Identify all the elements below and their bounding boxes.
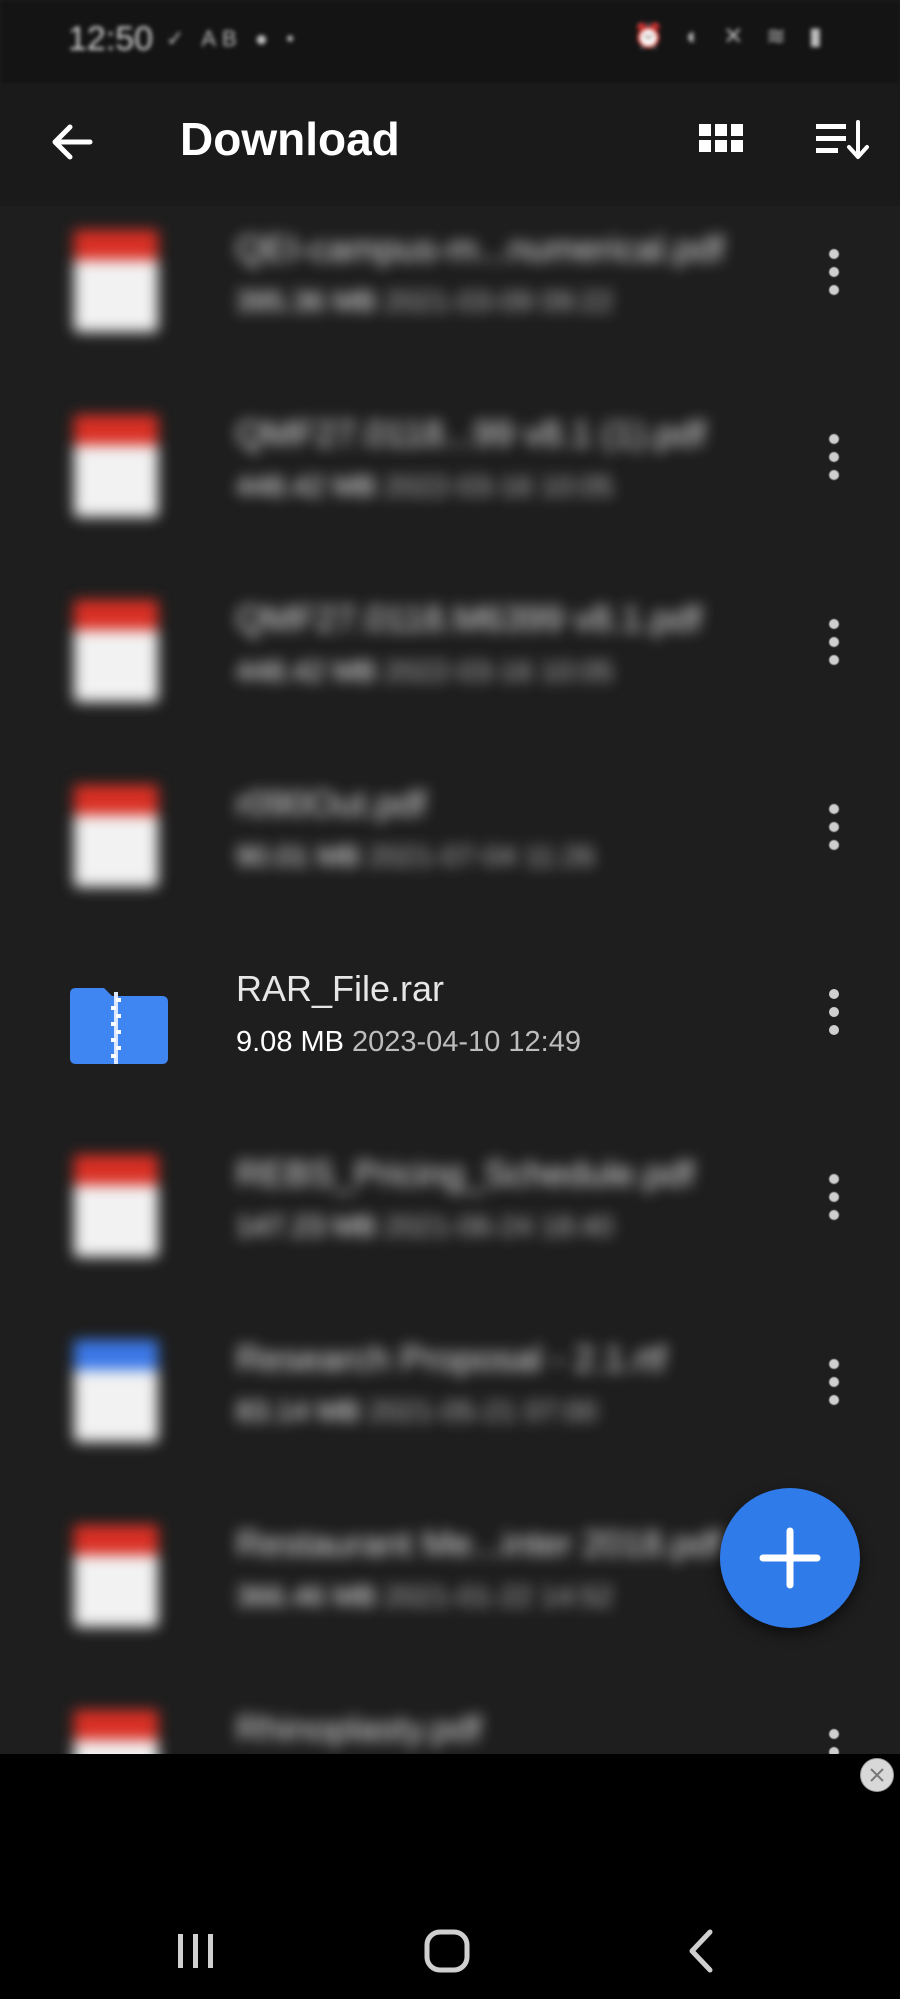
more-options-icon[interactable] [812,1354,856,1414]
list-item[interactable]: Rhinoplasty.pdf [0,1686,900,1754]
file-name: REBS_Pricing_Schedule.pdf [236,1153,695,1194]
file-meta: 83.14 MB 2021-05-21 07:00 [236,1396,597,1429]
file-size: 448.42 MB [236,656,377,688]
file-meta: 147.23 MB 2021-06-24 18:40 [236,1211,613,1244]
navigation-bar [0,1904,900,1999]
more-options-icon[interactable] [812,1169,856,1229]
more-options-icon[interactable] [812,244,856,304]
file-size: 147.23 MB [236,1211,377,1243]
add-fab-button[interactable] [720,1488,860,1628]
file-name: QEI-campus-m...numerical.pdf [236,228,725,269]
list-item[interactable]: QMF27.0118...99 v8.1 (1).pdf 448.42 MB 20… [0,391,900,576]
file-name: r090Out.pdf [236,783,427,824]
status-right-icons: ⏰ ◐ ✕ ≋ ▮ [633,23,830,50]
file-meta: 9.08 MB 2023-04-10 12:49 [236,1026,581,1059]
file-size: 395.36 MB [236,286,377,318]
pdf-file-icon [70,1706,162,1754]
file-date: 2021-05-21 07:00 [368,1396,598,1428]
pdf-file-icon [70,596,162,706]
nav-back-icon[interactable] [672,1926,732,1976]
file-date: 2021-01-22 14:52 [384,1581,614,1613]
pdf-file-icon [70,411,162,521]
plus-icon [759,1527,821,1589]
more-options-icon[interactable] [812,614,856,674]
app-bar: Download [0,84,900,206]
file-size: 83.14 MB [236,1396,361,1428]
pdf-file-icon [70,781,162,891]
list-item[interactable]: r090Out.pdf 90.01 MB 2021-07-04 11:26 [0,761,900,946]
status-bar: 12:50 ✓ AB ● • ⏰ ◐ ✕ ≋ ▮ [0,0,900,84]
file-date: 2022-03-16 10:05 [384,656,614,688]
more-options-icon[interactable] [812,799,856,859]
file-name: QMF27.0118...99 v8.1 (1).pdf [236,413,706,454]
back-arrow-icon[interactable] [42,112,102,172]
file-size: 366.46 MB [236,1581,377,1613]
pdf-file-icon [70,226,162,336]
list-item[interactable]: REBS_Pricing_Schedule.pdf 147.23 MB 2021-… [0,1131,900,1316]
recents-icon[interactable] [166,1926,226,1976]
file-name: Rhinoplasty.pdf [236,1708,482,1749]
file-date: 2021-03-09 09:22 [384,286,614,318]
zip-folder-icon [70,966,168,1076]
page-title: Download [180,113,400,165]
file-meta: 90.01 MB 2021-07-04 11:26 [236,841,595,874]
home-icon[interactable] [418,1926,478,1976]
doc-file-icon [70,1336,162,1446]
list-item[interactable]: QEI-campus-m...numerical.pdf 395.36 MB 20… [0,206,900,391]
file-name: QMF27.0118.M6399 v8.1.pdf [236,598,702,639]
close-icon[interactable] [860,1758,894,1792]
ad-banner[interactable] [0,1754,900,1904]
file-meta: 448.42 MB 2022-03-16 10:05 [236,656,613,689]
file-size: 9.08 MB [236,1026,344,1058]
file-date: 2021-06-24 18:40 [384,1211,614,1243]
file-size: 448.42 MB [236,471,377,503]
pdf-file-icon [70,1521,162,1631]
list-item-rar[interactable]: RAR_File.rar 9.08 MB 2023-04-10 12:49 [0,946,900,1131]
more-options-icon[interactable] [812,429,856,489]
grid-view-icon[interactable] [696,116,746,166]
list-item[interactable]: Research Proposal - 2.1.rtf 83.14 MB 2021… [0,1316,900,1501]
file-meta: 366.46 MB 2021-01-22 14:52 [236,1581,613,1614]
file-name: Restaurant Me...inter 2018.pdf [236,1523,723,1564]
list-item[interactable]: QMF27.0118.M6399 v8.1.pdf 448.42 MB 2022-… [0,576,900,761]
more-options-icon[interactable] [812,1724,856,1754]
file-date: 2023-04-10 12:49 [352,1026,581,1058]
file-name: RAR_File.rar [236,968,445,1009]
status-left-icons: ✓ AB ● • [166,26,300,51]
file-size: 90.01 MB [236,841,361,873]
status-time: 12:50 [68,20,154,58]
pdf-file-icon [70,1151,162,1261]
file-meta: 395.36 MB 2021-03-09 09:22 [236,286,613,319]
file-date: 2022-03-16 10:05 [384,471,614,503]
more-options-icon[interactable] [812,984,856,1044]
sort-icon[interactable] [814,116,870,166]
file-date: 2021-07-04 11:26 [368,841,595,873]
file-name: Research Proposal - 2.1.rtf [236,1338,667,1379]
file-meta: 448.42 MB 2022-03-16 10:05 [236,471,613,504]
